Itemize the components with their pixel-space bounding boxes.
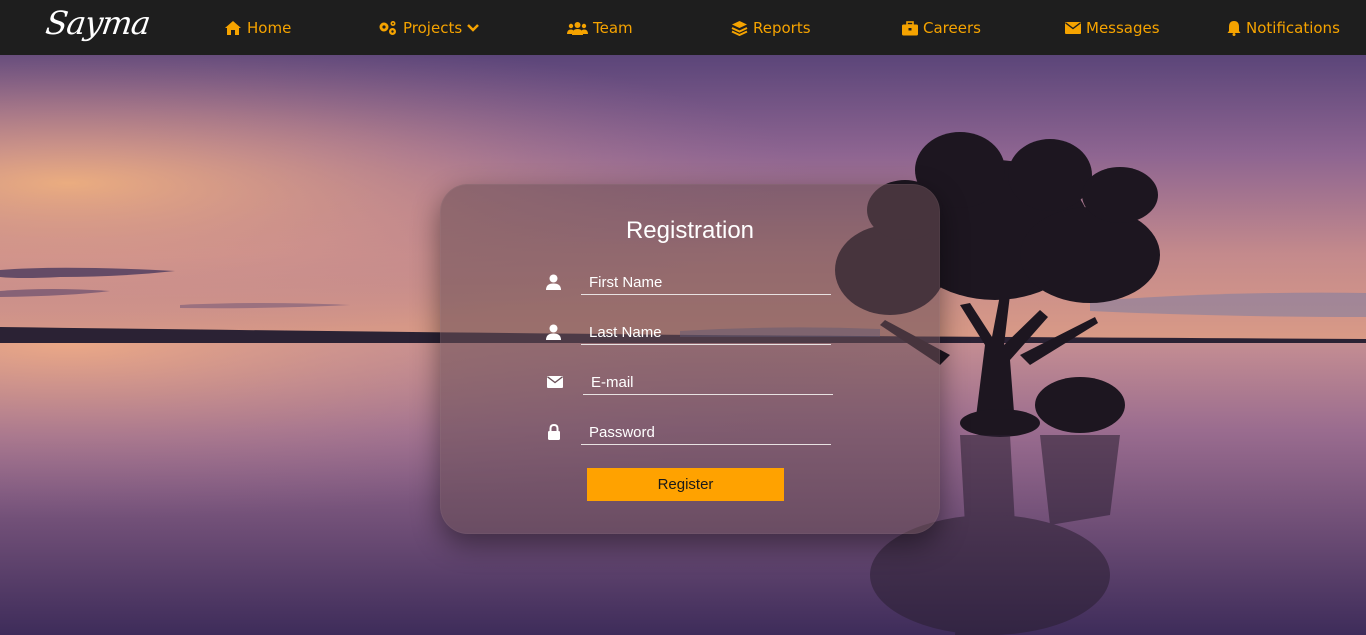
nav-projects-label: Projects bbox=[403, 19, 463, 37]
nav-home-label: Home bbox=[247, 19, 292, 37]
brand-logo[interactable]: Sayma bbox=[43, 4, 152, 42]
user-icon bbox=[546, 274, 561, 290]
form-title: Registration bbox=[625, 217, 755, 244]
gears-icon bbox=[379, 21, 396, 35]
layers-icon bbox=[731, 21, 748, 36]
nav-team-label: Team bbox=[593, 19, 633, 37]
register-button[interactable]: Register bbox=[587, 468, 784, 501]
email-input[interactable] bbox=[583, 371, 833, 395]
chevron-down-icon bbox=[467, 24, 480, 32]
lock-icon bbox=[548, 424, 560, 440]
nav-notifications[interactable]: Notifications bbox=[1227, 17, 1340, 39]
nav-messages[interactable]: Messages bbox=[1065, 17, 1160, 39]
nav-messages-label: Messages bbox=[1086, 19, 1160, 37]
first-name-input[interactable] bbox=[581, 271, 831, 295]
envelope-icon bbox=[547, 376, 563, 388]
nav-notifications-label: Notifications bbox=[1246, 19, 1340, 37]
nav-projects[interactable]: Projects bbox=[378, 17, 480, 39]
nav-reports-label: Reports bbox=[753, 19, 811, 37]
nav-careers[interactable]: Careers bbox=[902, 17, 981, 39]
nav-home[interactable]: Home bbox=[224, 17, 291, 39]
last-name-input[interactable] bbox=[581, 321, 831, 345]
bell-icon bbox=[1227, 21, 1241, 36]
nav-careers-label: Careers bbox=[923, 19, 981, 37]
envelope-icon bbox=[1065, 22, 1081, 34]
password-input[interactable] bbox=[581, 421, 831, 445]
navbar: Sayma Home Projects Team Reports Careers… bbox=[0, 0, 1366, 55]
users-icon bbox=[567, 21, 588, 35]
home-icon bbox=[225, 21, 241, 35]
nav-reports[interactable]: Reports bbox=[731, 17, 811, 39]
registration-card: Registration Register bbox=[440, 184, 940, 534]
nav-team[interactable]: Team bbox=[567, 17, 633, 39]
briefcase-icon bbox=[902, 20, 918, 35]
user-icon bbox=[546, 324, 561, 340]
